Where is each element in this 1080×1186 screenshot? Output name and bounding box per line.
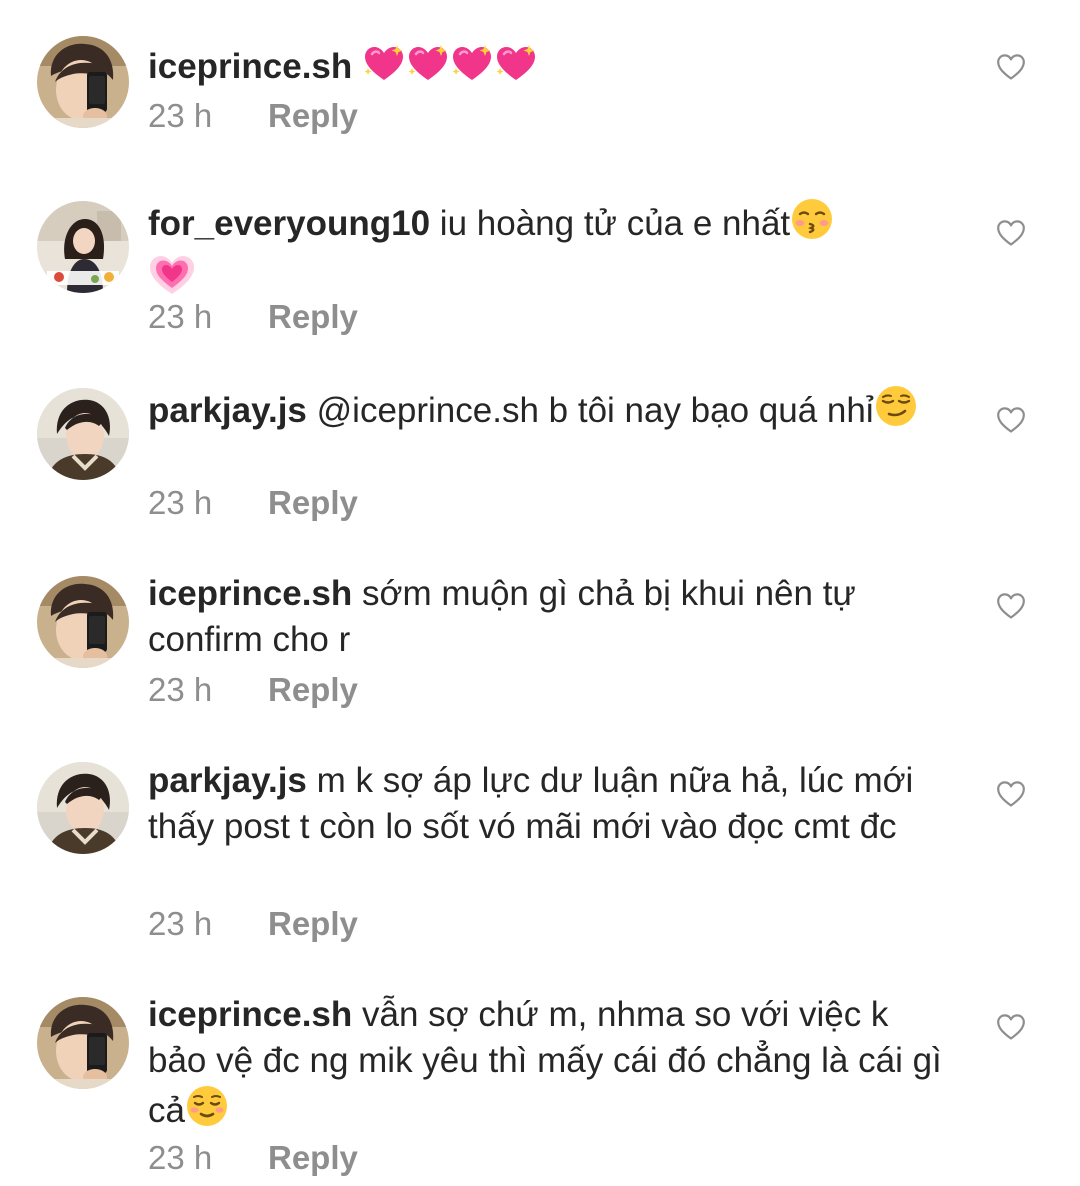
avatar[interactable] [37,576,129,668]
comment-body: iceprince.sh [148,44,948,96]
reply-button[interactable]: Reply [268,484,358,521]
avatar[interactable] [37,388,129,480]
comment-timestamp: 23 h [148,484,213,521]
comment-username[interactable]: parkjay.js [148,391,307,430]
like-heart-icon[interactable] [996,53,1026,81]
comment-text: @iceprince.sh b tôi nay bạo quá nhỉ [316,391,874,430]
comment-body: parkjay.js @iceprince.sh b tôi nay bạo q… [148,384,948,440]
comment-body: for_everyoung10 iu hoàng tử của e nhất [148,197,948,309]
comment-body: iceprince.sh vẫn sợ chứ m, nhma so với v… [148,992,948,1140]
avatar[interactable] [37,201,129,293]
smirking-face-icon [874,384,918,440]
comment-meta: 23 h Reply [148,904,358,944]
comment-body: parkjay.js m k sợ áp lực dư luận nữa hả,… [148,758,948,850]
sparkling-heart-icon [494,44,538,96]
sparkling-heart-icon [362,44,406,96]
comment-timestamp: 23 h [148,298,213,335]
avatar[interactable] [37,762,129,854]
reply-button[interactable]: Reply [268,905,358,942]
avatar[interactable] [37,36,129,128]
reply-button[interactable]: Reply [268,1139,358,1176]
comment-username[interactable]: iceprince.sh [148,574,352,613]
comment-meta: 23 h Reply [148,1138,358,1178]
reply-button[interactable]: Reply [268,671,358,708]
comment-timestamp: 23 h [148,905,213,942]
comment-meta: 23 h Reply [148,96,358,136]
comment-timestamp: 23 h [148,1139,213,1176]
comment-username[interactable]: parkjay.js [148,761,307,800]
comment-body: iceprince.sh sớm muộn gì chả bị khui nên… [148,571,948,663]
reply-button[interactable]: Reply [268,97,358,134]
comment-meta: 23 h Reply [148,483,358,523]
sparkling-heart-icon [406,44,450,96]
relieved-face-icon [185,1084,229,1140]
comment-text: iu hoàng tử của e nhất [439,204,791,243]
like-heart-icon[interactable] [996,780,1026,808]
like-heart-icon[interactable] [996,592,1026,620]
comment-username[interactable]: for_everyoung10 [148,204,430,243]
sparkling-heart-icon [450,44,494,96]
avatar[interactable] [37,997,129,1089]
comment-username[interactable]: iceprince.sh [148,47,352,86]
like-heart-icon[interactable] [996,219,1026,247]
comment-username[interactable]: iceprince.sh [148,995,352,1034]
comment-timestamp: 23 h [148,97,213,134]
comment-meta: 23 h Reply [148,297,358,337]
like-heart-icon[interactable] [996,406,1026,434]
reply-button[interactable]: Reply [268,298,358,335]
kissing-face-icon [790,197,834,253]
comment-meta: 23 h Reply [148,670,358,710]
like-heart-icon[interactable] [996,1013,1026,1041]
comment-timestamp: 23 h [148,671,213,708]
